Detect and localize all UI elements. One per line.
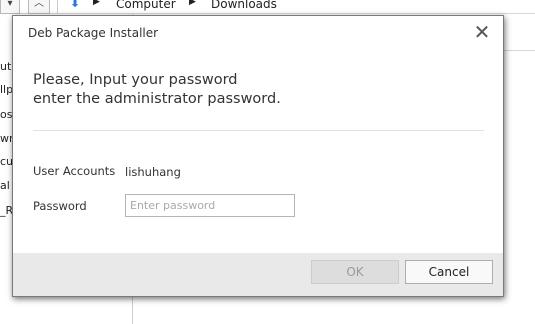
dialog-title: Deb Package Installer	[28, 26, 159, 40]
cancel-button[interactable]: Cancel	[405, 260, 493, 284]
sidebar-item[interactable]: al	[0, 179, 10, 192]
password-dialog: Deb Package Installer ✕ Please, Input yo…	[12, 15, 504, 297]
file-manager-toolbar: ▾ ︿ ⬇ ▶ Computer ▶ Downloads	[0, 0, 535, 14]
user-accounts-label: User Accounts	[33, 164, 116, 178]
password-input[interactable]	[125, 194, 295, 217]
toolbar-divider	[57, 0, 58, 14]
prompt-subheading: enter the administrator password.	[33, 91, 281, 107]
download-icon: ⬇	[70, 0, 81, 10]
ok-button[interactable]: OK	[311, 260, 399, 284]
breadcrumb-downloads[interactable]: Downloads	[211, 0, 277, 11]
password-label: Password	[33, 199, 87, 213]
divider	[33, 130, 484, 131]
prompt-heading: Please, Input your password	[33, 72, 238, 88]
breadcrumb-computer[interactable]: Computer	[116, 0, 176, 11]
user-accounts-value: lishuhang	[125, 165, 181, 179]
close-icon: ✕	[473, 20, 491, 44]
dialog-footer: OK Cancel	[13, 253, 503, 296]
go-up-button[interactable]: ︿	[28, 0, 50, 14]
chevron-up-icon: ︿	[34, 0, 44, 9]
breadcrumb-arrow-icon: ▶	[93, 0, 100, 7]
chevron-down-icon: ▾	[7, 0, 13, 9]
close-button[interactable]: ✕	[471, 22, 493, 44]
sidebar-item[interactable]: os	[0, 108, 12, 121]
history-dropdown-button[interactable]: ▾	[0, 0, 20, 14]
breadcrumb-arrow-icon: ▶	[189, 0, 196, 7]
sidebar-item[interactable]: ut	[0, 60, 11, 73]
